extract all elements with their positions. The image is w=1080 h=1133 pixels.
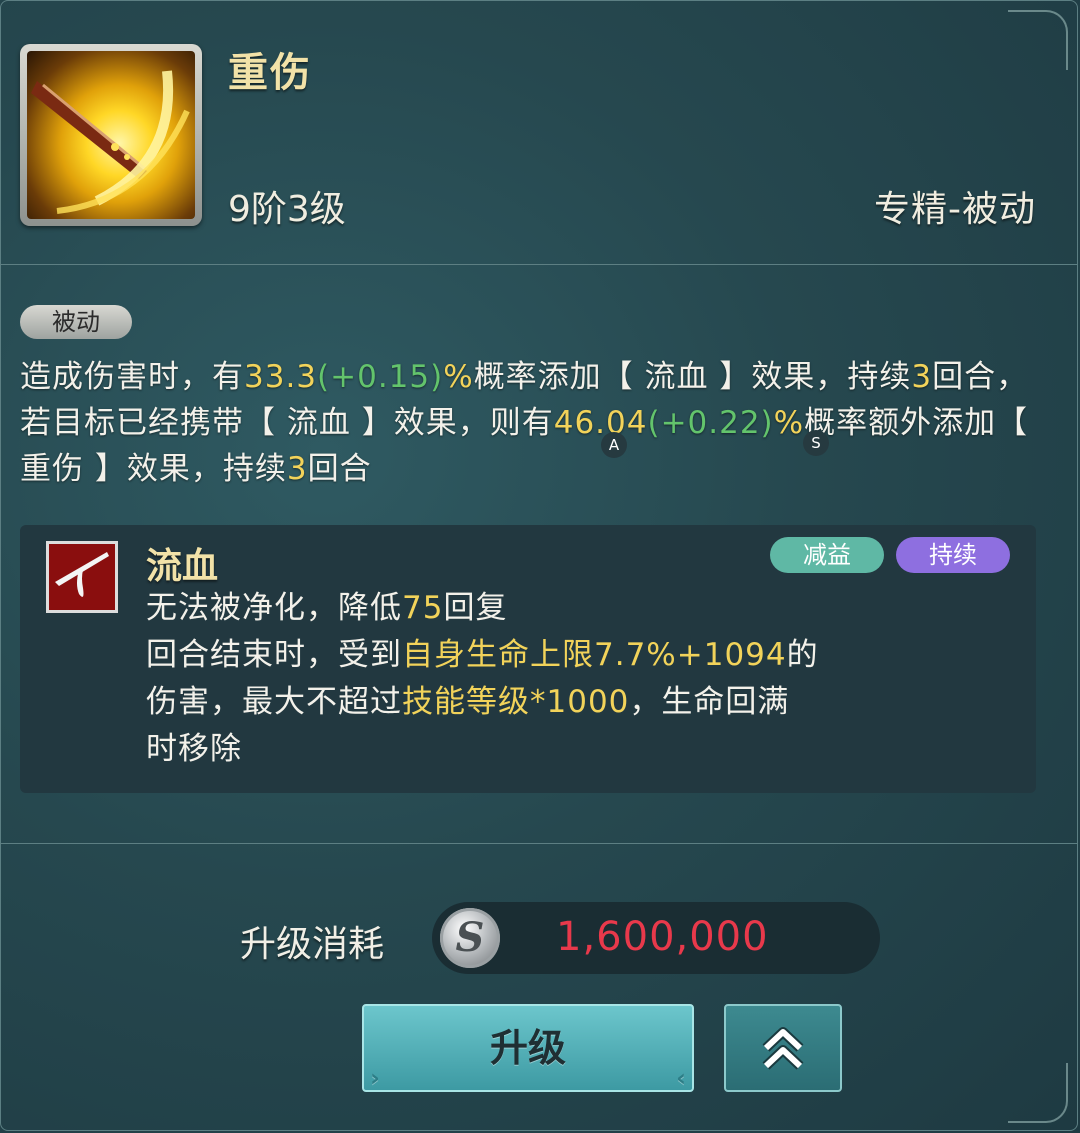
max-upgrade-button[interactable] bbox=[724, 1004, 842, 1092]
skill-description: 造成伤害时，有33.3(+0.15)%概率添加【 流血 】效果，持续3回合，若目… bbox=[20, 359, 1029, 487]
debuff-badge: 减益 bbox=[770, 537, 884, 573]
passive-tag: 被动 bbox=[20, 305, 132, 339]
skill-level: 9阶3级 bbox=[228, 189, 346, 230]
upgrade-cost-bar: S 1,600,000 bbox=[432, 902, 880, 974]
bleed-icon bbox=[46, 541, 118, 613]
double-chevron-up-icon bbox=[762, 1027, 804, 1070]
marker-s: S bbox=[803, 430, 829, 456]
effect-name: 流血 bbox=[146, 546, 219, 587]
upgrade-button[interactable]: › 升级 ‹ bbox=[362, 1004, 694, 1092]
silver-coin-icon: S bbox=[440, 908, 500, 968]
effect-line: 无法被净化，降低75回复 bbox=[146, 590, 508, 626]
corner-ornament bbox=[1008, 1063, 1068, 1123]
effect-line: 时移除 bbox=[146, 731, 242, 767]
chevron-right-icon: › bbox=[370, 1064, 380, 1092]
upgrade-cost-label: 升级消耗 bbox=[240, 924, 385, 965]
effect-line: 回合结束时，受到自身生命上限7.7%+1094的 bbox=[146, 637, 819, 673]
upgrade-cost-value: 1,600,000 bbox=[556, 914, 769, 960]
skill-type: 专精-被动 bbox=[874, 189, 1036, 230]
divider bbox=[0, 264, 1078, 265]
effect-line: 伤害，最大不超过技能等级*1000，生命回满 bbox=[146, 684, 790, 720]
marker-a: A bbox=[601, 432, 627, 458]
skill-icon-frame[interactable] bbox=[20, 44, 202, 226]
skill-name: 重伤 bbox=[228, 50, 312, 96]
duration-badge: 持续 bbox=[896, 537, 1010, 573]
effect-description: 无法被净化，降低75回复 回合结束时，受到自身生命上限7.7%+1094的 伤害… bbox=[146, 585, 1006, 773]
golden-slash-icon bbox=[27, 51, 195, 219]
corner-ornament bbox=[1008, 10, 1068, 70]
effect-box: 流血 减益 持续 无法被净化，降低75回复 回合结束时，受到自身生命上限7.7%… bbox=[20, 525, 1036, 793]
divider bbox=[0, 843, 1078, 844]
chevron-left-icon: ‹ bbox=[676, 1064, 686, 1092]
upgrade-button-label: 升级 bbox=[489, 1026, 566, 1070]
